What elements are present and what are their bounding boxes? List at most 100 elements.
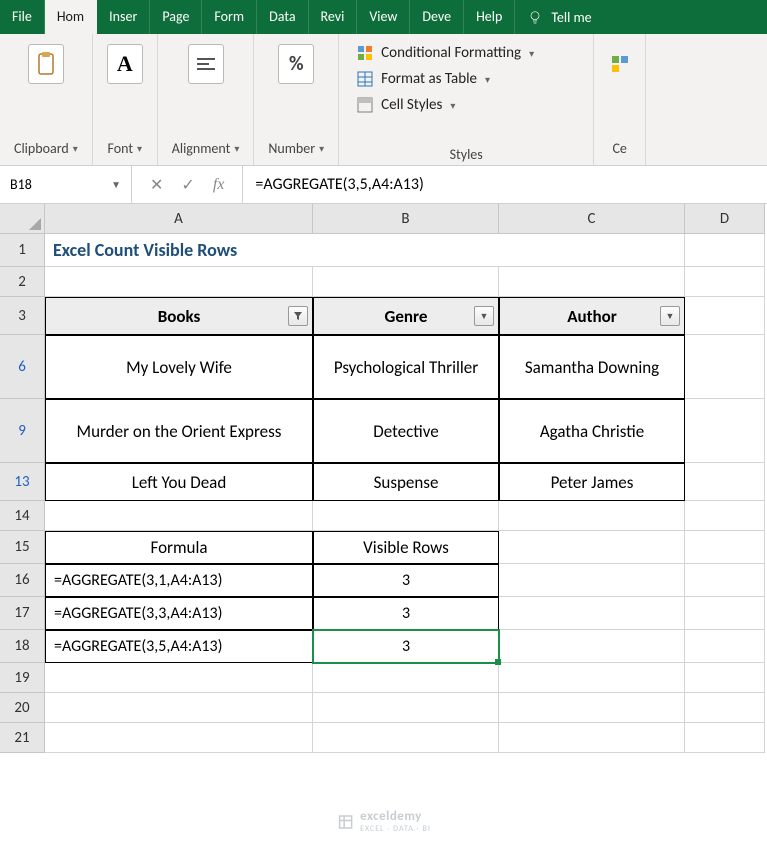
cell[interactable] xyxy=(685,501,765,531)
insert-function-button[interactable]: fx xyxy=(213,176,225,194)
row-header[interactable]: 6 xyxy=(0,335,45,399)
table-cell[interactable]: Agatha Christie xyxy=(499,399,685,463)
cell[interactable] xyxy=(499,531,685,564)
cell[interactable] xyxy=(499,693,685,723)
table-cell[interactable]: Samantha Downing xyxy=(499,335,685,399)
cancel-formula-button[interactable]: ✕ xyxy=(150,175,163,195)
col-header-b[interactable]: B xyxy=(313,204,499,234)
tab-file[interactable]: File xyxy=(0,0,45,34)
number-button[interactable]: % xyxy=(278,44,314,84)
cell[interactable] xyxy=(313,267,499,297)
cell[interactable] xyxy=(685,234,765,267)
format-as-table-button[interactable]: Format as Table▾ xyxy=(357,66,534,92)
table-cell[interactable]: Detective xyxy=(313,399,499,463)
table-cell[interactable]: Suspense xyxy=(313,463,499,501)
cell[interactable] xyxy=(499,597,685,630)
row-header[interactable]: 17 xyxy=(0,597,45,630)
row-header[interactable]: 21 xyxy=(0,723,45,753)
row-header[interactable]: 1 xyxy=(0,234,45,267)
conditional-formatting-button[interactable]: Conditional Formatting▾ xyxy=(357,40,534,66)
formula-cell[interactable]: =AGGREGATE(3,1,A4:A13) xyxy=(45,564,313,597)
table-header-author[interactable]: Author ▼ xyxy=(499,297,685,335)
alignment-button[interactable] xyxy=(188,44,224,84)
group-label-number[interactable]: Number xyxy=(268,136,324,163)
table-header-genre[interactable]: Genre ▼ xyxy=(313,297,499,335)
table-cell[interactable]: My Lovely Wife xyxy=(45,335,313,399)
cell[interactable] xyxy=(45,267,313,297)
cell[interactable] xyxy=(45,693,313,723)
cell[interactable] xyxy=(685,564,765,597)
cell[interactable] xyxy=(45,501,313,531)
title-cell[interactable]: Excel Count Visible Rows xyxy=(45,234,685,267)
tab-formulas[interactable]: Form xyxy=(202,0,257,34)
table-cell[interactable]: Left You Dead xyxy=(45,463,313,501)
cell[interactable] xyxy=(685,267,765,297)
active-cell[interactable]: 3 xyxy=(313,630,499,663)
row-header[interactable]: 13 xyxy=(0,463,45,501)
cell-styles-button[interactable]: Cell Styles▾ xyxy=(357,92,534,118)
tab-review[interactable]: Revi xyxy=(309,0,358,34)
tab-page-layout[interactable]: Page xyxy=(150,0,202,34)
tell-me-search[interactable]: Tell me xyxy=(515,0,603,34)
col-header-d[interactable]: D xyxy=(685,204,765,234)
cell[interactable] xyxy=(685,297,765,335)
row-header[interactable]: 18 xyxy=(0,630,45,663)
group-label-font[interactable]: Font xyxy=(107,136,142,163)
formula-input[interactable] xyxy=(243,166,767,203)
cell[interactable] xyxy=(313,693,499,723)
cell[interactable] xyxy=(499,267,685,297)
table-cell[interactable]: Murder on the Orient Express xyxy=(45,399,313,463)
name-box[interactable]: B18 ▼ xyxy=(0,166,132,203)
section-head-formula[interactable]: Formula xyxy=(45,531,313,564)
cell[interactable] xyxy=(685,693,765,723)
filter-button-genre[interactable]: ▼ xyxy=(474,306,494,326)
select-all-corner[interactable] xyxy=(0,204,45,234)
row-header[interactable]: 19 xyxy=(0,663,45,693)
tab-help[interactable]: Help xyxy=(464,0,515,34)
cell[interactable] xyxy=(499,564,685,597)
group-label-alignment[interactable]: Alignment xyxy=(172,136,240,163)
tab-home[interactable]: Hom xyxy=(45,0,97,34)
col-header-c[interactable]: C xyxy=(499,204,685,234)
formula-cell[interactable]: =AGGREGATE(3,3,A4:A13) xyxy=(45,597,313,630)
row-header[interactable]: 15 xyxy=(0,531,45,564)
result-cell[interactable]: 3 xyxy=(313,597,499,630)
paste-button[interactable] xyxy=(28,44,64,84)
cell[interactable] xyxy=(685,630,765,663)
cell[interactable] xyxy=(45,723,313,753)
cell[interactable] xyxy=(45,663,313,693)
table-cell[interactable]: Peter James xyxy=(499,463,685,501)
tab-insert[interactable]: Inser xyxy=(97,0,150,34)
row-header[interactable]: 2 xyxy=(0,267,45,297)
cell[interactable] xyxy=(313,501,499,531)
row-header[interactable]: 16 xyxy=(0,564,45,597)
row-header[interactable]: 20 xyxy=(0,693,45,723)
cell[interactable] xyxy=(499,501,685,531)
group-label-clipboard[interactable]: Clipboard xyxy=(14,136,78,163)
tab-data[interactable]: Data xyxy=(257,0,308,34)
result-cell[interactable]: 3 xyxy=(313,564,499,597)
section-head-visible-rows[interactable]: Visible Rows xyxy=(313,531,499,564)
tab-view[interactable]: View xyxy=(357,0,410,34)
formula-cell[interactable]: =AGGREGATE(3,5,A4:A13) xyxy=(45,630,313,663)
font-button[interactable]: A xyxy=(107,44,143,84)
tab-developer[interactable]: Deve xyxy=(410,0,464,34)
cell[interactable] xyxy=(499,723,685,753)
cell[interactable] xyxy=(499,630,685,663)
cell[interactable] xyxy=(685,663,765,693)
table-cell[interactable]: Psychological Thriller xyxy=(313,335,499,399)
cell[interactable] xyxy=(499,663,685,693)
row-header[interactable]: 14 xyxy=(0,501,45,531)
cell[interactable] xyxy=(313,723,499,753)
cell[interactable] xyxy=(685,463,765,501)
filter-button-author[interactable]: ▼ xyxy=(660,306,680,326)
row-header[interactable]: 3 xyxy=(0,297,45,335)
col-header-a[interactable]: A xyxy=(45,204,313,234)
cell[interactable] xyxy=(685,399,765,463)
cell[interactable] xyxy=(685,531,765,564)
cell[interactable] xyxy=(313,663,499,693)
cell[interactable] xyxy=(685,723,765,753)
cell[interactable] xyxy=(685,597,765,630)
table-header-books[interactable]: Books xyxy=(45,297,313,335)
accept-formula-button[interactable]: ✓ xyxy=(181,175,194,195)
